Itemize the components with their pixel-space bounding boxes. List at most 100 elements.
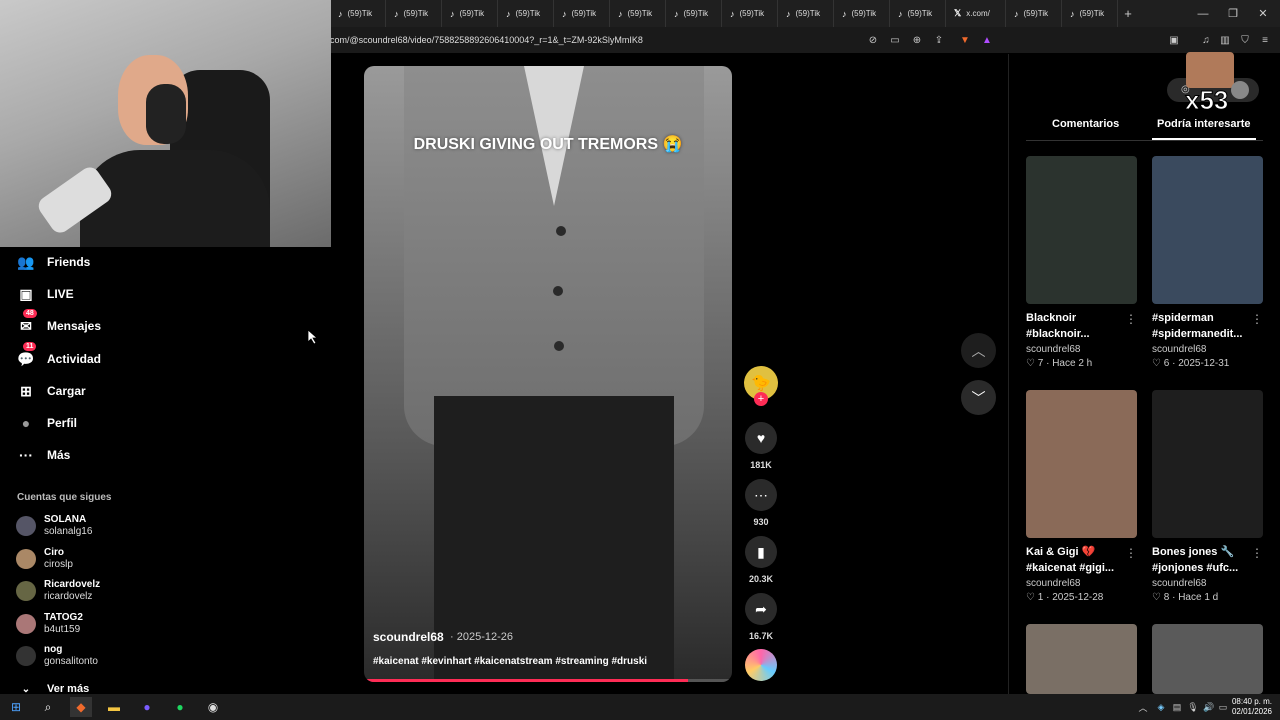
discord-icon[interactable]: ● <box>136 697 158 717</box>
browser-tab[interactable]: ♪ (59)Tik <box>554 0 610 27</box>
video-player[interactable]: DRUSKI GIVING OUT TREMORS 😭 scoundrel68 … <box>364 66 732 682</box>
tab-label: (59)Tik <box>1079 9 1105 18</box>
browser-tab[interactable]: ♪ (59)Tik <box>330 0 386 27</box>
sidebar-item-actividad[interactable]: 💬 11 Actividad <box>17 342 101 368</box>
video-thumbnail[interactable] <box>1152 624 1263 694</box>
video-card[interactable]: Bones jones 🔧 #jonjones #ufc... scoundrel… <box>1152 390 1263 603</box>
card-author[interactable]: scoundrel68 <box>1026 578 1137 589</box>
browser-tab[interactable]: ♪ (59)Tik <box>890 0 946 27</box>
card-author[interactable]: scoundrel68 <box>1152 578 1263 589</box>
browser-tab[interactable]: 𝕏x.com/ <box>946 0 1006 27</box>
video-thumbnail[interactable] <box>1152 390 1263 538</box>
address-bar[interactable]: com/@scoundrel68/video/75882588926064100… <box>330 27 1280 53</box>
following-item[interactable]: Ricardovelz ricardovelz <box>16 579 100 603</box>
card-title[interactable]: Blacknoir #blacknoir... <box>1026 310 1137 342</box>
video-author[interactable]: scoundrel68 <box>373 630 444 644</box>
zoom-icon[interactable]: ⊕ <box>908 31 926 49</box>
chevron-up-icon: ︿ <box>971 342 986 359</box>
video-card[interactable] <box>1152 624 1263 694</box>
cursor-icon <box>308 330 318 344</box>
restore-icon[interactable]: ❐ <box>1218 0 1248 27</box>
more-options-icon[interactable]: ⋮ <box>1251 312 1263 326</box>
like-button[interactable]: ♥ 181K <box>744 422 778 470</box>
close-window-icon[interactable]: ✕ <box>1248 0 1278 27</box>
card-author[interactable]: scoundrel68 <box>1026 344 1137 355</box>
shield-icon[interactable]: ⛉ <box>1236 31 1254 49</box>
browser-tab[interactable]: ♪ (59)Tik <box>386 0 442 27</box>
browser-tab[interactable]: ♪ (59)Tik <box>778 0 834 27</box>
browser-tab[interactable]: ♪ (59)Tik <box>1006 0 1062 27</box>
video-progress-bar[interactable] <box>364 679 732 682</box>
previous-video-button[interactable]: ︿ <box>961 333 996 368</box>
save-count: 20.3K <box>748 574 774 584</box>
reader-off-icon[interactable]: ⊘ <box>864 31 882 49</box>
clock[interactable]: 08:40 p. m. 02/01/2026 <box>1232 697 1272 717</box>
notification-badge: 11 <box>23 342 37 351</box>
sidebar-icon[interactable]: ▥ <box>1216 31 1234 49</box>
url-text[interactable]: com/@scoundrel68/video/75882588926064100… <box>330 35 643 45</box>
card-title[interactable]: #spiderman #spidermanedit... <box>1152 310 1263 342</box>
video-thumbnail[interactable] <box>1026 390 1137 538</box>
video-thumbnail[interactable] <box>1026 156 1137 304</box>
tab-comments[interactable]: Comentarios <box>1052 118 1119 130</box>
follow-plus-icon[interactable]: + <box>754 392 768 406</box>
avatar[interactable] <box>1231 81 1249 99</box>
save-button[interactable]: ▮ 20.3K <box>744 536 778 584</box>
video-card[interactable]: Blacknoir #blacknoir... scoundrel68 ♡ 7 · … <box>1026 156 1137 369</box>
following-item[interactable]: nog gonsalitonto <box>16 644 98 668</box>
following-item[interactable]: TATOG2 b4ut159 <box>16 612 83 636</box>
video-card[interactable]: #spiderman #spidermanedit... scoundrel68 ♡… <box>1152 156 1263 369</box>
browser-tab[interactable]: ♪ (59)Tik <box>442 0 498 27</box>
brave-shield-icon[interactable]: ▼ <box>956 31 974 49</box>
browser-tab[interactable]: ♪ (59)Tik <box>610 0 666 27</box>
browser-tab[interactable]: ♪ (59)Tik <box>834 0 890 27</box>
following-item[interactable]: Ciro ciroslp <box>16 547 73 571</box>
sidebar-item-perfil[interactable]: ● Perfil <box>17 414 77 432</box>
tab-label: (59)Tik <box>515 9 541 18</box>
search-icon[interactable]: ⌕ <box>37 697 59 717</box>
battery-icon[interactable]: ▭ <box>1212 697 1234 717</box>
browser-tab[interactable]: ♪ (59)Tik <box>1062 0 1118 27</box>
share-icon[interactable]: ⇪ <box>930 31 948 49</box>
browser-tab[interactable]: ♪ (59)Tik <box>722 0 778 27</box>
sidebar-item-cargar[interactable]: ⊞ Cargar <box>17 382 86 400</box>
following-name: Ricardovelz <box>44 579 101 590</box>
sound-disc[interactable] <box>744 649 778 681</box>
author-avatar[interactable]: 🐤 + <box>744 366 778 406</box>
music-icon[interactable]: ♫ <box>1197 31 1215 49</box>
windows-start-icon[interactable]: ⊞ <box>5 697 27 717</box>
minimize-icon[interactable]: — <box>1188 0 1218 27</box>
menu-icon[interactable]: ≡ <box>1256 31 1274 49</box>
wallet-icon[interactable]: ▣ <box>1165 31 1183 49</box>
video-hashtags[interactable]: #kaicenat #kevinhart #kaicenatstream #st… <box>373 656 647 667</box>
more-options-icon[interactable]: ⋮ <box>1125 312 1137 326</box>
rewards-icon[interactable]: ▲ <box>978 31 996 49</box>
new-tab-button[interactable]: + <box>1118 6 1138 21</box>
sidebar-item-friends[interactable]: 👥 Friends <box>17 253 90 271</box>
card-title[interactable]: Kai & Gigi 💔 #kaicenat #gigi... <box>1026 544 1137 576</box>
file-explorer-icon[interactable]: ▬ <box>103 697 125 717</box>
browser-tab[interactable]: ♪ (59)Tik <box>666 0 722 27</box>
next-video-button[interactable]: ﹀ <box>961 380 996 415</box>
sidebar-item-ms[interactable]: ··· Más <box>17 446 70 464</box>
card-title[interactable]: Bones jones 🔧 #jonjones #ufc... <box>1152 544 1263 576</box>
video-card[interactable] <box>1026 624 1137 694</box>
video-card[interactable]: Kai & Gigi 💔 #kaicenat #gigi... scoundrel… <box>1026 390 1137 603</box>
video-thumbnail[interactable] <box>1026 624 1137 694</box>
share-button[interactable]: ➦ 16.7K <box>744 593 778 641</box>
more-options-icon[interactable]: ⋮ <box>1251 546 1263 560</box>
brave-icon[interactable]: ◆ <box>70 697 92 717</box>
following-username: gonsalitonto <box>44 656 98 667</box>
screen-icon[interactable]: ▭ <box>886 31 904 49</box>
more-options-icon[interactable]: ⋮ <box>1125 546 1137 560</box>
comment-button[interactable]: ⋯ 930 <box>744 479 778 527</box>
tab-you-may-like[interactable]: Podría interesarte <box>1157 118 1251 130</box>
spotify-icon[interactable]: ● <box>169 697 191 717</box>
sidebar-item-live[interactable]: ▣ LIVE <box>17 285 73 303</box>
sidebar-item-mensajes[interactable]: ✉ 48 Mensajes <box>17 309 101 335</box>
following-item[interactable]: SOLANA solanalg16 <box>16 514 92 538</box>
video-thumbnail[interactable] <box>1152 156 1263 304</box>
card-author[interactable]: scoundrel68 <box>1152 344 1263 355</box>
browser-tab[interactable]: ♪ (59)Tik <box>498 0 554 27</box>
obs-icon[interactable]: ◉ <box>202 697 224 717</box>
